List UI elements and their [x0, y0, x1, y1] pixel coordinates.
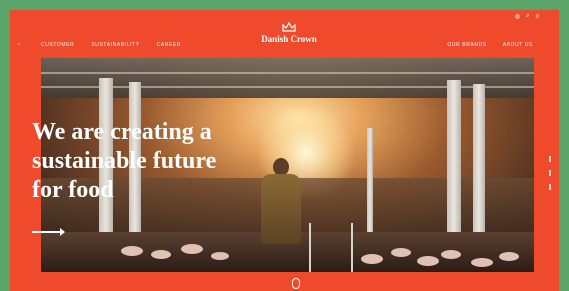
nav-career[interactable]: Career: [157, 42, 181, 48]
logo-text: Danish Crown: [261, 34, 317, 44]
nav-customer[interactable]: Customer: [41, 42, 74, 48]
search-icon[interactable]: ⌕: [526, 13, 529, 20]
arrow-right-icon[interactable]: [32, 228, 65, 236]
headline-line: We are creating a: [32, 119, 212, 145]
headline-line: for food: [32, 177, 114, 203]
menu-icon[interactable]: ≡: [535, 14, 539, 20]
pen-fence: [309, 223, 353, 272]
scroll-down-icon[interactable]: [292, 278, 300, 289]
pig: [151, 250, 171, 259]
logo[interactable]: Danish Crown: [254, 22, 324, 44]
pig: [417, 256, 439, 266]
pig: [441, 250, 461, 259]
utility-icons: ◍ ⌕ ≡: [515, 13, 539, 20]
pig: [121, 246, 143, 256]
slide-dot[interactable]: [549, 184, 551, 190]
primary-nav: Customer Sustainability Career: [41, 42, 181, 48]
crown-icon: [282, 22, 296, 32]
farmer-figure: [255, 158, 305, 258]
pig: [471, 258, 493, 267]
slide-dot[interactable]: [549, 156, 551, 162]
roof-beam: [41, 72, 534, 74]
slide-dot[interactable]: [549, 170, 551, 176]
nav-about-us[interactable]: About us: [503, 42, 533, 48]
globe-icon[interactable]: ◍: [515, 13, 520, 20]
nav-our-brands[interactable]: Our brands: [447, 42, 486, 48]
pig: [391, 248, 411, 257]
pig: [211, 252, 229, 260]
pig: [181, 244, 203, 254]
slide-indicator: [549, 156, 551, 190]
page-frame: • Customer Sustainability Career Danish …: [10, 10, 559, 291]
pig: [499, 252, 519, 261]
hero-headline: We are creating a sustainable future for…: [32, 118, 216, 205]
headline-line: sustainable future: [32, 148, 217, 174]
left-marker: •: [18, 42, 20, 48]
nav-sustainability[interactable]: Sustainability: [91, 42, 139, 48]
secondary-nav: Our brands About us: [447, 42, 533, 48]
pig: [361, 254, 383, 264]
farmer-body: [261, 174, 301, 244]
